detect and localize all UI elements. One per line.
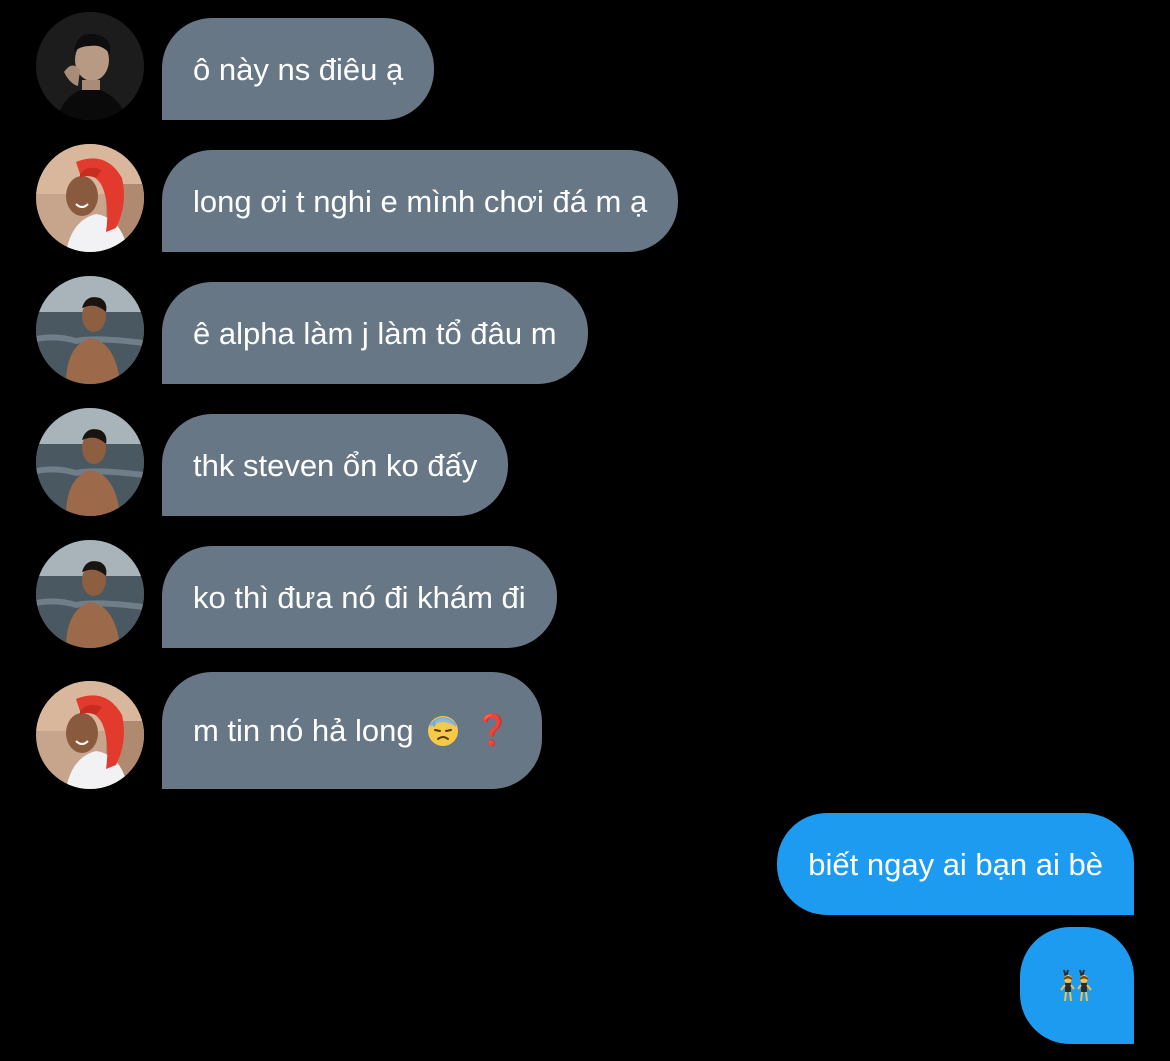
person-red-hood-avatar[interactable] xyxy=(36,681,144,789)
shirtless-beach-avatar[interactable] xyxy=(36,408,144,516)
shirtless-beach-avatar[interactable] xyxy=(36,540,144,648)
message-bubble-outgoing[interactable]: biết ngay ai bạn ai bè xyxy=(777,813,1134,915)
message-text: thk steven ổn ko đấy xyxy=(193,447,478,483)
message-text: biết ngay ai bạn ai bè xyxy=(808,846,1103,882)
message-bubble[interactable]: m tin nó hả long ❓ xyxy=(162,672,542,789)
message-bubble[interactable]: thk steven ổn ko đấy xyxy=(162,414,509,516)
chat-thread: ô này ns điêu ạ long ơi t nghi e mình ch… xyxy=(0,0,1170,1061)
message-bubble-outgoing[interactable] xyxy=(1020,927,1134,1044)
message-text: ko thì đưa nó đi khám đi xyxy=(193,579,526,615)
person-red-hood-avatar[interactable] xyxy=(36,144,144,252)
message-text: ê alpha làm j làm tổ đâu m xyxy=(193,315,557,351)
man-dark-shirt-avatar[interactable] xyxy=(36,12,144,120)
red-question-mark-emoji: ❓ xyxy=(473,713,511,747)
message-bubble[interactable]: long ơi t nghi e mình chơi đá m ạ xyxy=(162,150,679,252)
message-text: long ơi t nghi e mình chơi đá m ạ xyxy=(193,183,648,219)
message-bubble[interactable]: ê alpha làm j làm tổ đâu m xyxy=(162,282,588,384)
message-text: ô này ns điêu ạ xyxy=(193,51,404,87)
message-bubble[interactable]: ko thì đưa nó đi khám đi xyxy=(162,546,557,648)
downcast-face-with-sweat-emoji xyxy=(426,714,460,748)
message-bubble[interactable]: ô này ns điêu ạ xyxy=(162,18,435,120)
women-with-bunny-ears-emoji xyxy=(1059,968,1095,1004)
shirtless-beach-avatar[interactable] xyxy=(36,276,144,384)
message-text: m tin nó hả long xyxy=(193,713,414,748)
